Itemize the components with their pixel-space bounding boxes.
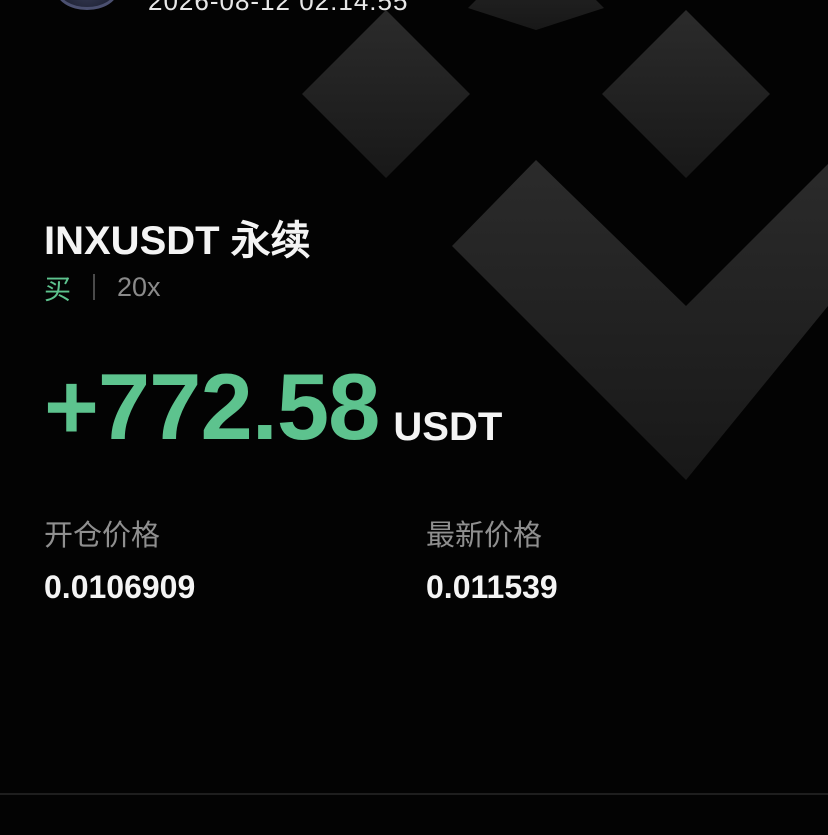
entry-price-label: 开仓价格 xyxy=(44,520,161,552)
entry-price-value: 0.0106909 xyxy=(44,569,196,605)
position-meta: 买 20x xyxy=(44,270,161,305)
entry-price-block: 开仓价格 0.0106909 xyxy=(44,518,195,606)
side-badge: 买 xyxy=(44,274,71,305)
pair-title: INXUSDT 永续 xyxy=(44,219,311,263)
mark-price-label: 最新价格 xyxy=(426,520,543,552)
mark-price-value: 0.011539 xyxy=(426,569,558,605)
pnl-unit: USDT xyxy=(393,405,503,449)
divider xyxy=(93,274,95,300)
pnl-display: +772.58 USDT xyxy=(44,360,502,454)
timestamp: 2026-08-12 02:14:55 xyxy=(148,0,409,16)
pnl-value: +772.58 xyxy=(44,354,380,459)
leverage-badge: 20x xyxy=(117,271,161,302)
mark-price-block: 最新价格 0.011539 xyxy=(426,518,558,606)
bottom-divider xyxy=(0,793,828,795)
